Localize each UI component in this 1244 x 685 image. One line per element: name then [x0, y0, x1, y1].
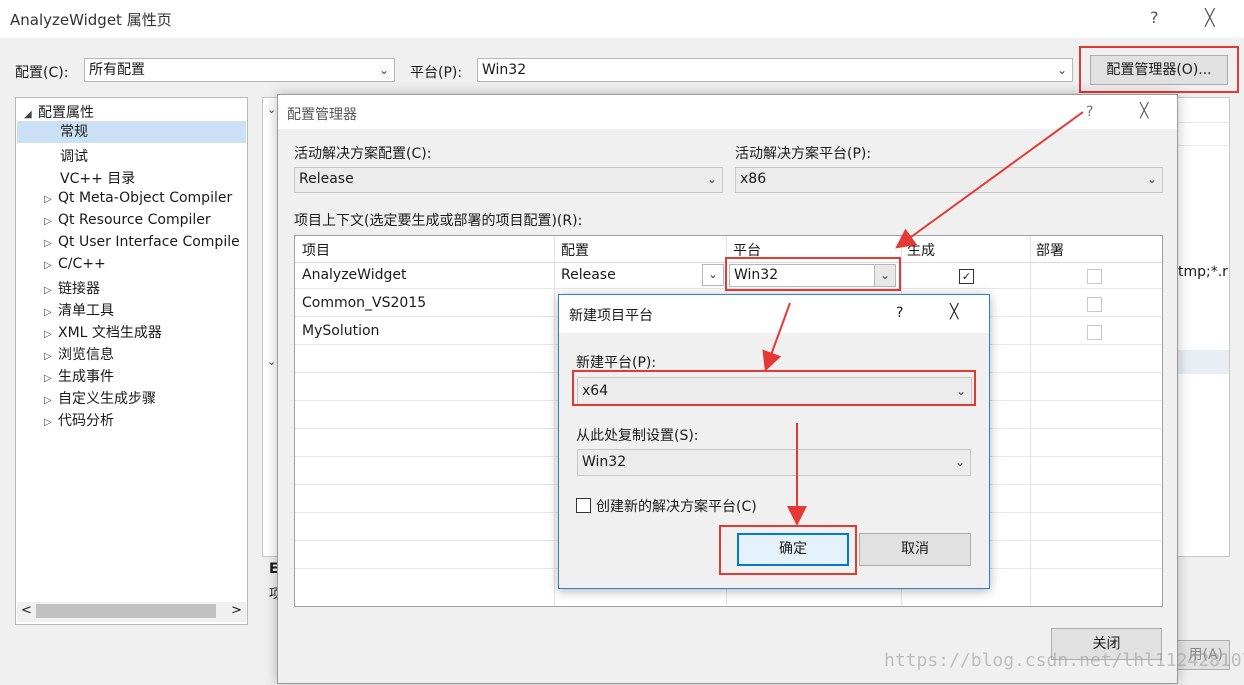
arrow-to-platform [895, 111, 1084, 249]
arrow-to-new-platform [762, 302, 791, 372]
annotation-arrows [762, 111, 1084, 526]
watermark: https://blog.csdn.net/lhl1124281072 [884, 650, 1244, 671]
